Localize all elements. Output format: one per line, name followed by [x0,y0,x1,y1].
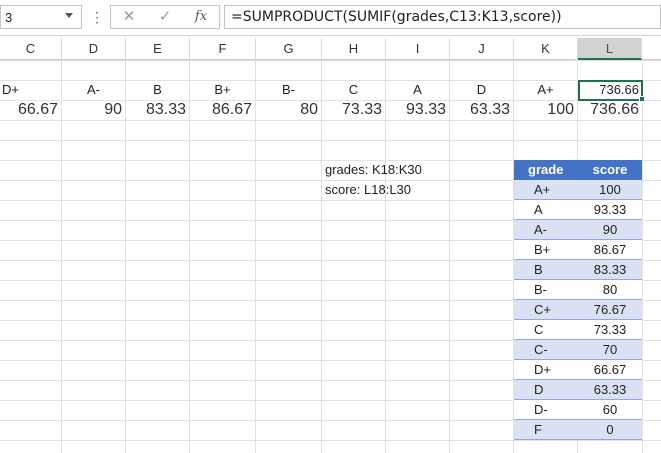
table-score-cell[interactable]: 60 [578,400,642,420]
score-cell-i14[interactable]: 93.33 [386,100,449,120]
table-grade-cell[interactable]: C+ [514,300,578,320]
formula-bar-area: 3 ⋮ ✕ ✓ fx =SUMPRODUCT(SUMIF(grades,C13:… [0,0,661,36]
formula-buttons: ✕ ✓ fx [110,5,220,29]
table-grade-cell[interactable]: D+ [514,360,578,380]
grade-cell-c13[interactable]: D+ [0,80,61,100]
cancel-icon[interactable]: ✕ [113,6,145,28]
table-grade-cell[interactable]: F [514,420,578,440]
score-cell-h14[interactable]: 73.33 [322,100,385,120]
column-header-g[interactable]: G [256,38,322,60]
name-box-value: 3 [5,10,13,25]
score-cell-k14[interactable]: 100 [514,100,577,120]
name-box[interactable]: 3 [0,5,82,29]
score-cell-j14[interactable]: 63.33 [450,100,513,120]
table-grade-cell[interactable]: A- [514,220,578,240]
grade-cell-f13[interactable]: B+ [190,80,255,100]
column-header-j[interactable]: J [450,38,514,60]
table-score-cell[interactable]: 0 [578,420,642,440]
table-score-cell[interactable]: 100 [578,180,642,200]
table-header-grade[interactable]: grade [514,160,578,180]
score-cell-c14[interactable]: 66.67 [0,100,61,120]
grid-line [0,440,661,441]
more-options-icon[interactable]: ⋮ [90,6,104,28]
insert-function-button[interactable]: fx [185,6,217,28]
table-score-cell[interactable]: 76.67 [578,300,642,320]
table-score-cell[interactable]: 66.67 [578,360,642,380]
table-score-cell[interactable]: 70 [578,340,642,360]
grades-range-note[interactable]: grades: K18:K30 [325,160,422,180]
table-grade-cell[interactable]: C [514,320,578,340]
enter-check-icon[interactable]: ✓ [149,6,181,28]
table-grade-cell[interactable]: A+ [514,180,578,200]
grid-line [0,140,661,141]
column-header-i[interactable]: I [386,38,450,60]
score-cell-f14[interactable]: 86.67 [190,100,255,120]
table-grade-cell[interactable]: C- [514,340,578,360]
table-header-score[interactable]: score [578,160,642,180]
column-header-row: C D E F G H I J K L [0,38,661,60]
grade-cell-h13[interactable]: C [322,80,385,100]
score-cell-d14[interactable]: 90 [62,100,125,120]
table-grade-cell[interactable]: A [514,200,578,220]
score-cell-l14[interactable]: 736.66 [578,100,642,120]
table-score-cell[interactable]: 80 [578,280,642,300]
column-header-f[interactable]: F [190,38,256,60]
table-grade-cell[interactable]: D [514,380,578,400]
grade-cell-k13[interactable]: A+ [514,80,577,100]
score-cell-g14[interactable]: 80 [256,100,321,120]
score-range-note[interactable]: score: L18:L30 [325,180,411,200]
table-score-cell[interactable]: 93.33 [578,200,642,220]
column-header-h[interactable]: H [322,38,386,60]
grid-line [642,60,643,453]
formula-input[interactable]: =SUMPRODUCT(SUMIF(grades,C13:K13,score)) [224,5,661,29]
column-header-d[interactable]: D [62,38,126,60]
grade-cell-e13[interactable]: B [126,80,189,100]
grid-line [0,60,661,61]
table-score-cell[interactable]: 63.33 [578,380,642,400]
table-score-cell[interactable]: 83.33 [578,260,642,280]
table-grade-cell[interactable]: D- [514,400,578,420]
formula-text: =SUMPRODUCT(SUMIF(grades,C13:K13,score)) [231,9,562,25]
table-score-cell[interactable]: 86.67 [578,240,642,260]
grade-cell-d13[interactable]: A- [62,80,125,100]
table-grade-cell[interactable]: B+ [514,240,578,260]
score-cell-e14[interactable]: 83.33 [126,100,189,120]
column-header-l[interactable]: L [578,38,642,60]
active-cell-border [578,80,643,101]
grade-cell-i13[interactable]: A [386,80,449,100]
table-score-cell[interactable]: 73.33 [578,320,642,340]
column-header-e[interactable]: E [126,38,190,60]
grade-cell-g13[interactable]: B- [256,80,321,100]
table-score-cell[interactable]: 90 [578,220,642,240]
table-grade-cell[interactable]: B [514,260,578,280]
chevron-down-icon[interactable] [65,13,73,18]
table-grade-cell[interactable]: B- [514,280,578,300]
grade-cell-j13[interactable]: D [450,80,513,100]
column-header-c[interactable]: C [0,38,62,60]
grid-line [0,120,661,121]
column-header-k[interactable]: K [514,38,578,60]
